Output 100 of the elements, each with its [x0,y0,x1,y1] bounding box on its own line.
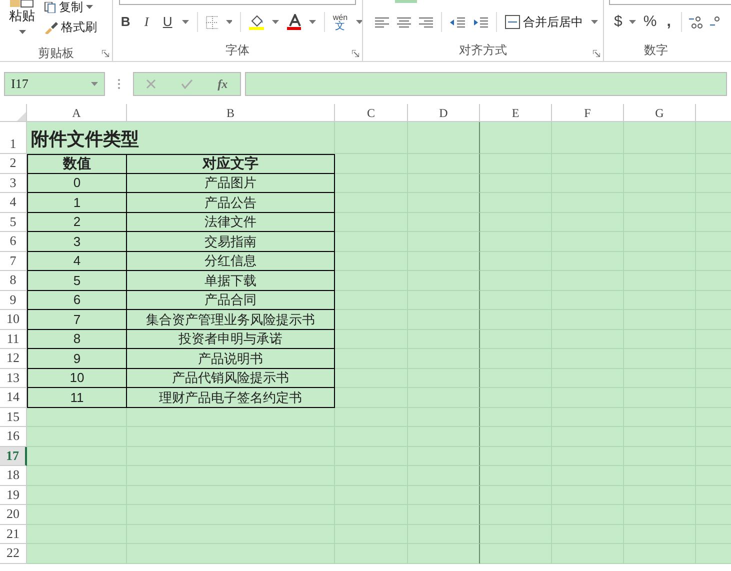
borders-icon[interactable] [206,16,218,28]
empty-cell[interactable] [480,212,552,232]
empty-cell[interactable] [480,271,552,290]
dropdown-arrow-icon[interactable] [226,20,232,24]
empty-cell[interactable] [127,408,335,427]
column-header[interactable]: C [335,104,408,122]
align-right-icon[interactable] [419,16,433,28]
font-color-icon[interactable] [286,14,302,30]
row-header[interactable]: 20 [0,505,27,524]
empty-cell[interactable] [624,122,696,154]
dropdown-arrow-icon[interactable] [86,5,93,9]
dropdown-arrow-icon[interactable] [18,30,26,34]
insert-function-button[interactable]: fx [218,75,228,93]
paste-button[interactable]: 粘贴 [9,8,35,24]
empty-cell[interactable] [408,330,480,349]
dropdown-arrow-icon[interactable] [272,20,278,24]
empty-cell[interactable] [480,122,552,154]
empty-cell[interactable] [335,408,408,427]
empty-cell[interactable] [408,154,480,174]
merge-center-button[interactable]: 合并后居中 [505,13,583,31]
empty-cell[interactable] [335,271,408,290]
empty-cell[interactable] [480,544,552,564]
empty-cell[interactable] [127,544,335,564]
align-left-icon[interactable] [375,16,389,28]
row-header[interactable]: 12 [0,349,27,368]
empty-cell[interactable] [335,544,408,564]
column-header[interactable]: F [552,104,624,122]
row-header[interactable]: 3 [0,174,27,193]
underline-button[interactable]: U [161,12,174,32]
empty-cell[interactable] [408,232,480,252]
empty-cell[interactable] [480,505,552,524]
percent-button[interactable]: % [643,10,657,34]
phonetic-guide-button[interactable]: wén 文 [332,13,348,31]
copy-icon[interactable] [44,2,56,12]
empty-cell[interactable] [480,446,552,466]
row-header[interactable]: 10 [0,310,27,330]
row-header[interactable]: 11 [0,330,27,349]
empty-cell[interactable] [408,193,480,212]
empty-cell[interactable] [408,271,480,290]
empty-cell[interactable] [408,524,480,544]
empty-cell[interactable] [408,349,480,368]
empty-cell[interactable] [480,310,552,330]
empty-cell[interactable] [335,252,408,271]
copy-button[interactable]: 复制 [59,0,83,14]
column-header[interactable]: G [624,104,696,122]
dialog-launcher-icon[interactable] [102,50,109,57]
empty-cell[interactable] [335,368,408,388]
empty-cell[interactable] [335,154,408,174]
row-header[interactable]: 7 [0,252,27,271]
empty-cell[interactable] [408,408,480,427]
empty-cell[interactable] [408,544,480,564]
dialog-launcher-icon[interactable] [593,50,600,57]
empty-cell[interactable] [408,427,480,446]
row-header[interactable]: 17 [0,446,27,466]
empty-cell[interactable] [408,368,480,388]
empty-cell[interactable] [408,310,480,330]
column-header[interactable]: A [27,104,127,122]
row-header[interactable]: 2 [0,154,27,174]
format-painter-button[interactable]: 格式刷 [61,18,97,36]
enter-icon[interactable] [180,79,193,89]
empty-cell[interactable] [408,212,480,232]
row-header[interactable]: 15 [0,408,27,427]
row-header[interactable]: 16 [0,427,27,446]
italic-button[interactable]: I [140,12,154,32]
empty-cell[interactable] [408,446,480,466]
name-box[interactable]: I17 [4,72,105,96]
row-header[interactable]: 18 [0,466,27,486]
empty-cell[interactable] [552,544,624,564]
empty-cell[interactable] [408,486,480,505]
brush-icon[interactable] [44,20,58,34]
empty-cell[interactable] [624,544,696,564]
empty-cell[interactable] [480,232,552,252]
empty-cell[interactable] [408,252,480,271]
empty-cell[interactable] [408,122,480,154]
row-header[interactable]: 22 [0,544,27,564]
row-header[interactable]: 1 [0,122,27,154]
currency-button[interactable]: $ [614,10,622,34]
empty-cell[interactable] [480,349,552,368]
row-header[interactable]: 4 [0,193,27,212]
empty-cell[interactable] [552,122,624,154]
dialog-launcher-icon[interactable] [352,50,359,57]
empty-cell[interactable] [480,388,552,408]
column-header[interactable]: D [408,104,480,122]
empty-cell[interactable] [335,212,408,232]
clipboard-icon[interactable] [9,0,35,8]
empty-cell[interactable] [480,252,552,271]
empty-cell[interactable] [480,466,552,486]
empty-cell[interactable] [335,310,408,330]
row-header[interactable]: 6 [0,232,27,252]
empty-cell[interactable] [480,486,552,505]
empty-cell[interactable] [408,505,480,524]
empty-cell[interactable] [480,368,552,388]
empty-cell[interactable] [480,330,552,349]
empty-cell[interactable] [480,193,552,212]
empty-cell[interactable] [480,408,552,427]
empty-cell[interactable] [335,232,408,252]
increase-decimal-icon[interactable] [688,15,703,29]
formula-field[interactable] [245,72,727,96]
empty-cell[interactable] [335,193,408,212]
dropdown-arrow-icon[interactable] [629,20,636,24]
